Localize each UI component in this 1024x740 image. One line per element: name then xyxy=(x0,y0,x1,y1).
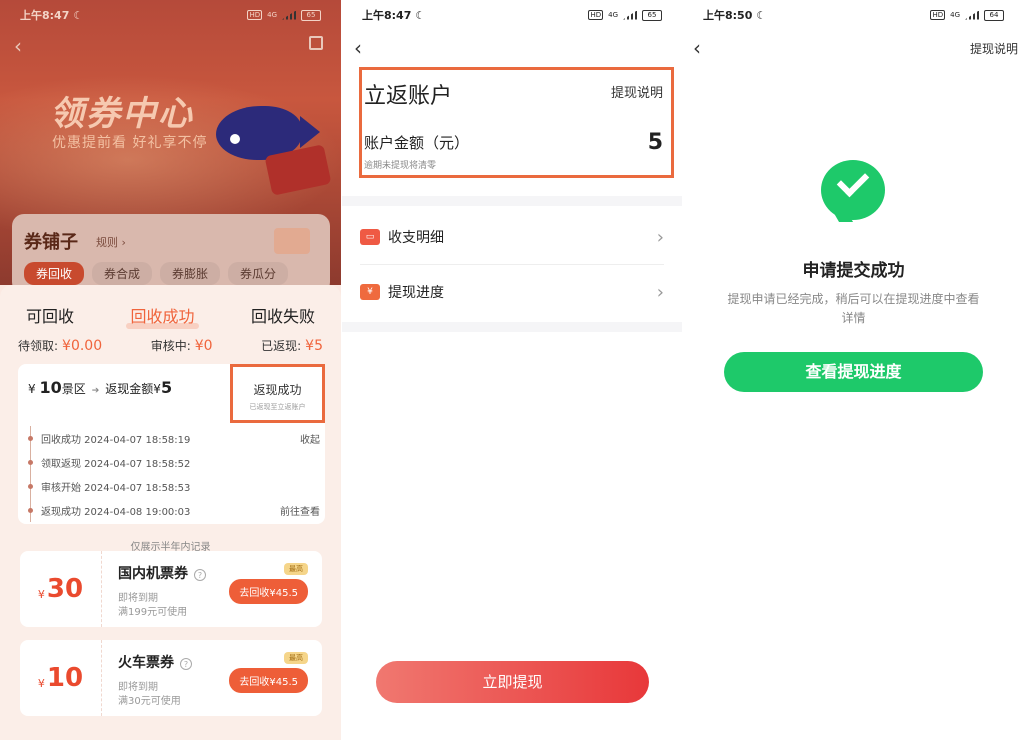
coupon-name: 火车票券? xyxy=(118,652,192,672)
account-box: 立返账户 提现说明 账户金额（元） 5 逾期未提现将清零 xyxy=(359,67,674,178)
store-tabs: 券回收 券合成 券膨胀 券瓜分 xyxy=(24,262,289,285)
coupon-expire: 即将到期 xyxy=(118,593,158,604)
timeline-item: 返现成功 2024-04-08 19:00:03 前往查看 xyxy=(28,498,320,522)
network-label: 4G xyxy=(608,11,618,19)
tab-expand[interactable]: 券膨胀 xyxy=(160,262,221,285)
expire-warning: 逾期未提现将清零 xyxy=(364,161,437,171)
hd-icon: HD xyxy=(930,10,946,20)
tab-recyclable[interactable]: 可回收 xyxy=(26,303,74,327)
stat-returned: 已返现: ¥5 xyxy=(261,338,323,354)
tab-recycle-failed[interactable]: 回收失败 xyxy=(251,303,315,327)
tab-split[interactable]: 券瓜分 xyxy=(228,262,289,285)
explain-link[interactable]: 提现说明 xyxy=(611,82,663,101)
page-title: 立返账户 xyxy=(364,84,453,109)
store-rule-link[interactable]: 规则 › xyxy=(96,234,126,250)
success-title: 申请提交成功 xyxy=(802,261,905,281)
banner-title: 领券中心 xyxy=(50,94,194,134)
timeline: 回收成功 2024-04-07 18:58:19 收起 领取返现 2024-04-… xyxy=(28,426,320,522)
stat-pending: 待领取: ¥0.00 xyxy=(18,338,103,354)
signal-icon xyxy=(282,10,296,20)
hd-icon: HD xyxy=(588,10,604,20)
status-badge: 返现成功 已返现至立返账户 xyxy=(230,364,325,423)
help-icon: ? xyxy=(194,569,206,581)
coupon-center-screen: 领券中心 优惠提前看 好礼享不停 上午8:47 ☾ HD 4G 65 ‹ 券铺子 规则… xyxy=(0,0,341,740)
back-icon[interactable]: ‹ xyxy=(354,36,362,60)
coupon-value: ¥30 xyxy=(20,551,102,627)
tab-recycle[interactable]: 券回收 xyxy=(24,262,85,285)
arrow-icon: ➔ xyxy=(91,386,100,396)
stats-row: 待领取: ¥0.00 审核中: ¥0 已返现: ¥5 xyxy=(0,337,341,354)
tab-recycle-success[interactable]: 回收成功 xyxy=(126,303,199,329)
timeline-item: 审核开始 2024-04-07 18:58:53 xyxy=(28,474,320,498)
moon-icon: ☾ xyxy=(415,8,426,22)
back-icon[interactable]: ‹ xyxy=(14,34,22,58)
chevron-right-icon: › xyxy=(656,281,664,303)
banner-subtitle: 优惠提前看 好礼享不停 xyxy=(52,135,208,151)
hd-icon: HD xyxy=(247,10,263,20)
divider xyxy=(342,196,682,206)
store-card: 券铺子 规则 › 券回收 券合成 券膨胀 券瓜分 xyxy=(12,214,330,294)
signal-icon xyxy=(623,10,637,20)
status-bar: 上午8:47 ☾ HD 4G 65 xyxy=(342,0,682,30)
status-bar: 上午8:47 ☾ HD 4G 65 xyxy=(0,0,341,30)
coupon-condition: 满30元可使用 xyxy=(118,696,181,707)
coupon-value: ¥10 xyxy=(20,640,102,716)
moon-icon: ☾ xyxy=(73,8,84,22)
battery-level: 65 xyxy=(301,9,321,21)
menu-item-transactions[interactable]: ▭ 收支明细 › xyxy=(360,210,664,264)
signal-icon xyxy=(965,10,979,20)
help-icon: ? xyxy=(180,658,192,670)
cashback-account-screen: 上午8:47 ☾ HD 4G 65 ‹ 立返账户 提现说明 账户金额（元） 5 逾期未… xyxy=(342,0,682,740)
network-label: 4G xyxy=(267,11,277,19)
store-name: 券铺子 xyxy=(24,232,78,253)
recycle-sheet: 可回收 回收成功 回收失败 待领取: ¥0.00 审核中: ¥0 已返现: ¥5 ¥ … xyxy=(0,285,341,740)
status-time: 上午8:47 xyxy=(20,9,70,22)
wallet-icon: ▭ xyxy=(360,229,380,245)
success-check-icon xyxy=(821,160,885,220)
amount-value: 5 xyxy=(647,130,663,155)
timeline-item: 回收成功 2024-04-07 18:58:19 收起 xyxy=(28,426,320,450)
success-description: 提现申请已经完成，稍后可以在提现进度中查看详情 xyxy=(727,292,980,325)
coupon-card: ¥30 国内机票券? 即将到期 满199元可使用 最高 去回收¥45.5 xyxy=(20,551,322,627)
amount-label: 账户金额（元） xyxy=(364,134,470,152)
back-icon[interactable]: ‹ xyxy=(693,36,701,60)
battery-level: 65 xyxy=(642,9,662,21)
recycle-button[interactable]: 去回收¥45.5 xyxy=(229,668,308,693)
sheet-tabs: 可回收 回收成功 回收失败 xyxy=(0,303,341,329)
yuan-shield-icon: ¥ xyxy=(360,284,380,300)
explain-link[interactable]: 提现说明 xyxy=(970,40,1018,57)
recycle-button[interactable]: 去回收¥45.5 xyxy=(229,579,308,604)
tab-combine[interactable]: 券合成 xyxy=(92,262,153,285)
status-bar: 上午8:50 ☾ HD 4G 64 xyxy=(683,0,1024,30)
coupon-condition: 满199元可使用 xyxy=(118,607,188,618)
record-card: ¥ 10 景区 ➔ 返现金额¥ 5 返现成功 已返现至立返账户 回收成功 2024-04… xyxy=(18,364,325,524)
view-progress-button[interactable]: 查看提现进度 xyxy=(724,352,983,392)
stat-reviewing: 审核中: ¥0 xyxy=(150,338,213,354)
coupon-expire: 即将到期 xyxy=(118,682,158,693)
collapse-link[interactable]: 收起 xyxy=(300,431,320,446)
menu-item-progress[interactable]: ¥ 提现进度 › xyxy=(360,265,664,319)
moon-icon: ☾ xyxy=(756,8,767,22)
record-summary: ¥ 10 景区 ➔ 返现金额¥ 5 xyxy=(28,378,173,397)
withdraw-button[interactable]: 立即提现 xyxy=(376,661,649,703)
status-time: 上午8:47 xyxy=(362,9,412,22)
timeline-item: 领取返现 2024-04-07 18:58:52 xyxy=(28,450,320,474)
divider xyxy=(342,322,682,332)
store-decoration xyxy=(274,228,310,254)
battery-level: 64 xyxy=(984,9,1004,21)
withdraw-success-screen: 上午8:50 ☾ HD 4G 64 ‹ 提现说明 申请提交成功 提现申请已经完成，稍后… xyxy=(683,0,1024,740)
share-icon[interactable] xyxy=(309,36,323,50)
max-tag: 最高 xyxy=(284,652,308,664)
network-label: 4G xyxy=(950,11,960,19)
view-link[interactable]: 前往查看 xyxy=(280,503,320,518)
chevron-right-icon: › xyxy=(656,226,664,248)
coupon-name: 国内机票券? xyxy=(118,563,206,583)
max-tag: 最高 xyxy=(284,563,308,575)
coupon-card: ¥10 火车票券? 即将到期 满30元可使用 最高 去回收¥45.5 xyxy=(20,640,322,716)
status-time: 上午8:50 xyxy=(703,9,753,22)
